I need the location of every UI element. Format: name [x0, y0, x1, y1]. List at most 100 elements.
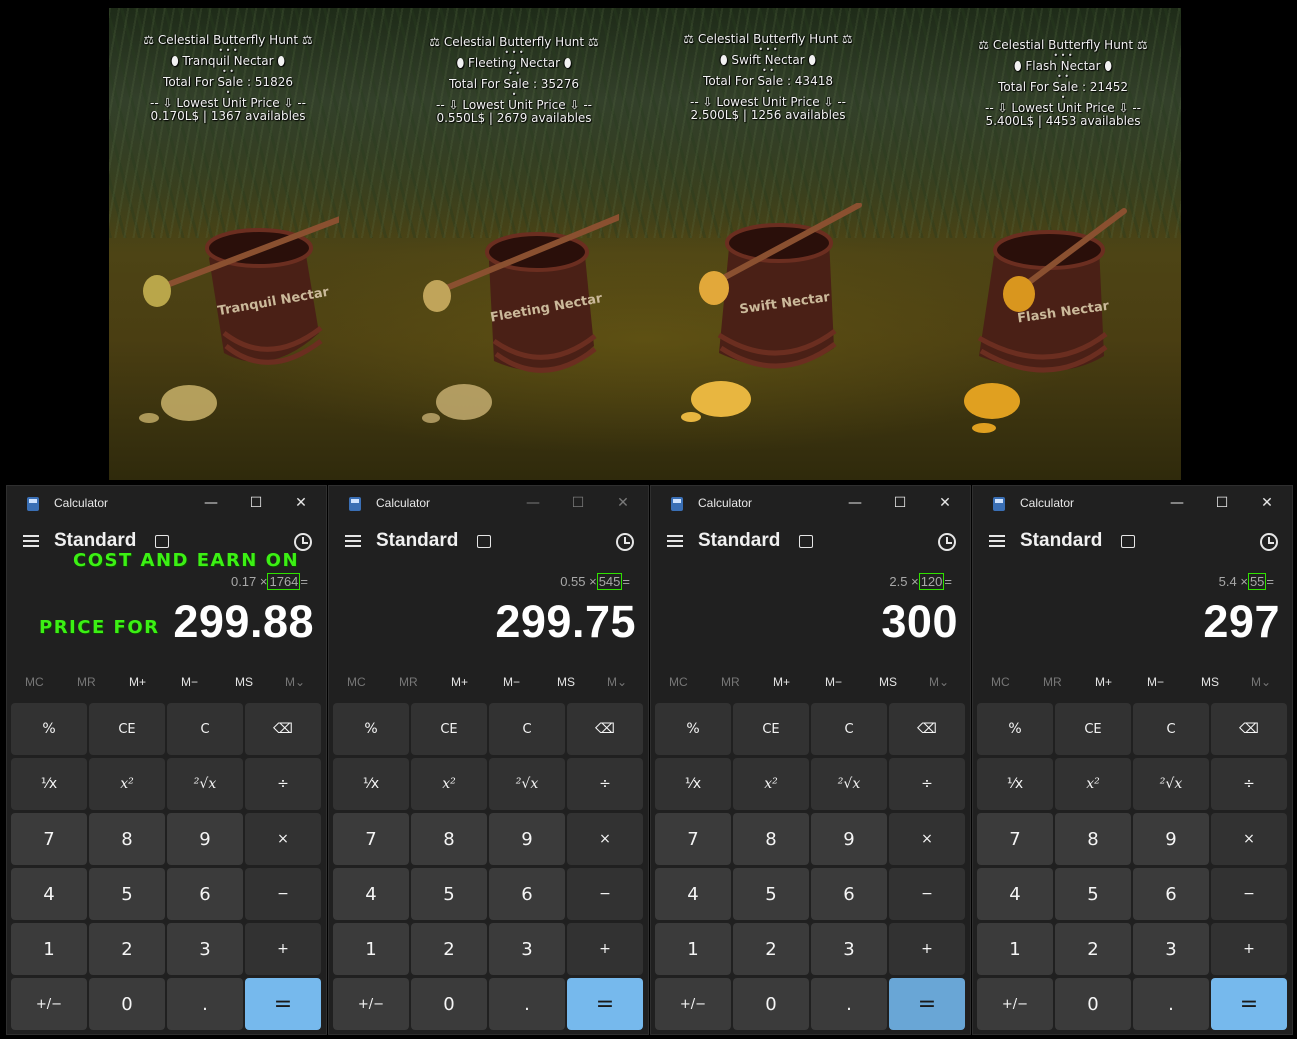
decimal-button[interactable]: . — [1133, 978, 1209, 1030]
digit-2-button[interactable]: 2 — [733, 923, 809, 975]
maximize-button[interactable]: ☐ — [561, 491, 595, 515]
digit-4-button[interactable]: 4 — [11, 868, 87, 920]
memory-subtract-button[interactable]: M− — [503, 675, 520, 689]
square-root-button[interactable]: ²√x — [1133, 758, 1209, 810]
backspace-button[interactable]: ⌫ — [245, 703, 321, 755]
digit-7-button[interactable]: 7 — [655, 813, 731, 865]
plus-button[interactable]: + — [245, 923, 321, 975]
minimize-button[interactable]: — — [516, 491, 550, 515]
minus-button[interactable]: − — [245, 868, 321, 920]
digit-3-button[interactable]: 3 — [489, 923, 565, 975]
maximize-button[interactable]: ☐ — [883, 491, 917, 515]
memory-store-button[interactable]: MS — [235, 675, 253, 689]
digit-8-button[interactable]: 8 — [411, 813, 487, 865]
digit-1-button[interactable]: 1 — [655, 923, 731, 975]
memory-recall-button[interactable]: MR — [1043, 675, 1062, 689]
minimize-button[interactable]: — — [194, 491, 228, 515]
digit-9-button[interactable]: 9 — [1133, 813, 1209, 865]
negate-button[interactable]: +/− — [11, 978, 87, 1030]
title-bar[interactable]: Calculator — ☐ ✕ — [329, 486, 648, 520]
memory-subtract-button[interactable]: M− — [825, 675, 842, 689]
divide-button[interactable]: ÷ — [1211, 758, 1287, 810]
digit-1-button[interactable]: 1 — [333, 923, 409, 975]
digit-0-button[interactable]: 0 — [411, 978, 487, 1030]
digit-5-button[interactable]: 5 — [411, 868, 487, 920]
negate-button[interactable]: +/− — [655, 978, 731, 1030]
digit-5-button[interactable]: 5 — [1055, 868, 1131, 920]
clear-entry-button[interactable]: CE — [1055, 703, 1131, 755]
digit-6-button[interactable]: 6 — [489, 868, 565, 920]
title-bar[interactable]: Calculator — ☐ ✕ — [7, 486, 326, 520]
divide-button[interactable]: ÷ — [567, 758, 643, 810]
minimize-button[interactable]: — — [838, 491, 872, 515]
equals-button[interactable]: = — [567, 978, 643, 1030]
digit-2-button[interactable]: 2 — [89, 923, 165, 975]
divide-button[interactable]: ÷ — [245, 758, 321, 810]
decimal-button[interactable]: . — [167, 978, 243, 1030]
multiply-button[interactable]: × — [1211, 813, 1287, 865]
multiply-button[interactable]: × — [889, 813, 965, 865]
minus-button[interactable]: − — [567, 868, 643, 920]
menu-icon[interactable] — [345, 535, 361, 549]
keep-on-top-icon[interactable] — [155, 535, 169, 548]
history-icon[interactable] — [616, 533, 634, 551]
clear-entry-button[interactable]: CE — [89, 703, 165, 755]
plus-button[interactable]: + — [1211, 923, 1287, 975]
menu-icon[interactable] — [23, 535, 39, 549]
memory-view-button[interactable]: M⌄ — [1251, 675, 1271, 689]
menu-icon[interactable] — [667, 535, 683, 549]
memory-view-button[interactable]: M⌄ — [929, 675, 949, 689]
memory-recall-button[interactable]: MR — [721, 675, 740, 689]
minus-button[interactable]: − — [1211, 868, 1287, 920]
digit-3-button[interactable]: 3 — [811, 923, 887, 975]
digit-5-button[interactable]: 5 — [89, 868, 165, 920]
digit-2-button[interactable]: 2 — [1055, 923, 1131, 975]
negate-button[interactable]: +/− — [977, 978, 1053, 1030]
memory-recall-button[interactable]: MR — [399, 675, 418, 689]
digit-4-button[interactable]: 4 — [655, 868, 731, 920]
percent-button[interactable]: % — [333, 703, 409, 755]
backspace-button[interactable]: ⌫ — [1211, 703, 1287, 755]
square-button[interactable]: x² — [1055, 758, 1131, 810]
digit-6-button[interactable]: 6 — [811, 868, 887, 920]
memory-store-button[interactable]: MS — [557, 675, 575, 689]
maximize-button[interactable]: ☐ — [239, 491, 273, 515]
square-root-button[interactable]: ²√x — [489, 758, 565, 810]
reciprocal-button[interactable]: ⅟x — [977, 758, 1053, 810]
memory-clear-button[interactable]: MC — [347, 675, 366, 689]
digit-7-button[interactable]: 7 — [11, 813, 87, 865]
keep-on-top-icon[interactable] — [799, 535, 813, 548]
reciprocal-button[interactable]: ⅟x — [11, 758, 87, 810]
clear-button[interactable]: C — [811, 703, 887, 755]
memory-subtract-button[interactable]: M− — [181, 675, 198, 689]
memory-view-button[interactable]: M⌄ — [285, 675, 305, 689]
memory-store-button[interactable]: MS — [879, 675, 897, 689]
digit-3-button[interactable]: 3 — [167, 923, 243, 975]
square-root-button[interactable]: ²√x — [167, 758, 243, 810]
equals-button[interactable]: = — [889, 978, 965, 1030]
title-bar[interactable]: Calculator — ☐ ✕ — [651, 486, 970, 520]
keep-on-top-icon[interactable] — [477, 535, 491, 548]
plus-button[interactable]: + — [567, 923, 643, 975]
digit-0-button[interactable]: 0 — [1055, 978, 1131, 1030]
negate-button[interactable]: +/− — [333, 978, 409, 1030]
memory-clear-button[interactable]: MC — [25, 675, 44, 689]
digit-0-button[interactable]: 0 — [89, 978, 165, 1030]
digit-6-button[interactable]: 6 — [1133, 868, 1209, 920]
backspace-button[interactable]: ⌫ — [889, 703, 965, 755]
digit-8-button[interactable]: 8 — [89, 813, 165, 865]
memory-recall-button[interactable]: MR — [77, 675, 96, 689]
multiply-button[interactable]: × — [245, 813, 321, 865]
digit-8-button[interactable]: 8 — [733, 813, 809, 865]
clear-entry-button[interactable]: CE — [411, 703, 487, 755]
decimal-button[interactable]: . — [811, 978, 887, 1030]
percent-button[interactable]: % — [11, 703, 87, 755]
close-button[interactable]: ✕ — [1250, 491, 1284, 515]
square-root-button[interactable]: ²√x — [811, 758, 887, 810]
memory-clear-button[interactable]: MC — [669, 675, 688, 689]
multiply-button[interactable]: × — [567, 813, 643, 865]
clear-button[interactable]: C — [489, 703, 565, 755]
percent-button[interactable]: % — [977, 703, 1053, 755]
digit-8-button[interactable]: 8 — [1055, 813, 1131, 865]
keep-on-top-icon[interactable] — [1121, 535, 1135, 548]
